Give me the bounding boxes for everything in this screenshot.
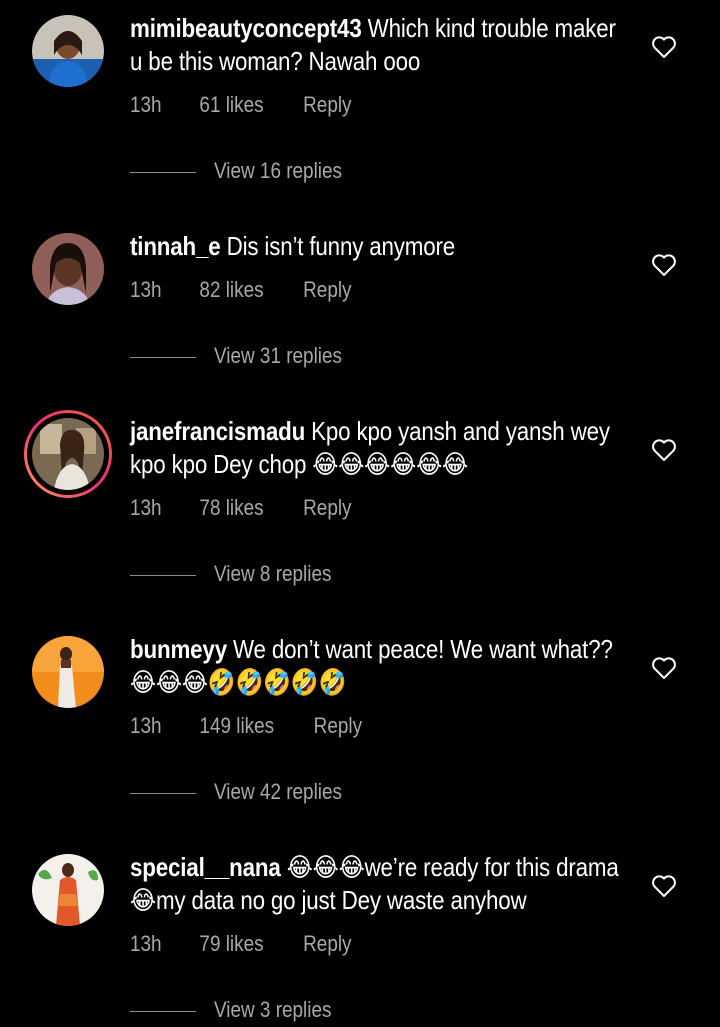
comment-time: 13h — [130, 931, 162, 956]
avatar[interactable] — [32, 233, 104, 305]
view-replies-label: View 8 replies — [214, 561, 332, 586]
heart-outline-icon[interactable] — [651, 253, 677, 277]
replies-divider — [130, 793, 196, 794]
replies-divider — [130, 172, 196, 173]
view-replies-label: View 3 replies — [214, 997, 332, 1022]
avatar-image — [32, 233, 104, 305]
comment-text: bunmeyy We don’t want peace! We want wha… — [130, 633, 620, 699]
comment-time: 13h — [130, 495, 162, 520]
comment-time: 13h — [130, 713, 162, 738]
replies-divider — [130, 1011, 196, 1012]
comment-body: Dis isn’t funny anymore — [226, 231, 456, 261]
comment-likes[interactable]: 78 likes — [199, 495, 263, 521]
avatar-image — [32, 15, 104, 87]
comment-time: 13h — [130, 92, 162, 117]
reply-button[interactable]: Reply — [303, 931, 351, 957]
reply-button[interactable]: Reply — [303, 92, 351, 118]
comment-text: special__nana 😂😂😂we’re ready for this dr… — [130, 851, 620, 917]
reply-button[interactable]: Reply — [303, 277, 351, 303]
comment-username[interactable]: mimibeautyconcept43 — [130, 13, 362, 43]
avatar-image — [32, 854, 104, 926]
avatar-story-ring[interactable] — [24, 410, 112, 498]
heart-outline-icon[interactable] — [651, 35, 677, 59]
avatar[interactable] — [32, 15, 104, 87]
view-replies-label: View 31 replies — [214, 343, 342, 368]
heart-outline-icon[interactable] — [651, 438, 677, 462]
avatar[interactable] — [32, 854, 104, 926]
comment-username[interactable]: bunmeyy — [130, 634, 227, 664]
comment-text: janefrancismadu Kpo kpo yansh and yansh … — [130, 415, 620, 481]
heart-outline-icon[interactable] — [651, 874, 677, 898]
comment-likes[interactable]: 149 likes — [199, 713, 274, 739]
comment-meta: 13h 82 likes Reply — [130, 277, 352, 303]
comment-username[interactable]: tinnah_e — [130, 231, 221, 261]
heart-outline-icon[interactable] — [651, 656, 677, 680]
replies-divider — [130, 357, 196, 358]
avatar[interactable] — [32, 636, 104, 708]
comment-text: mimibeautyconcept43 Which kind trouble m… — [130, 12, 620, 78]
comment-text: tinnah_e Dis isn’t funny anymore — [130, 230, 620, 263]
comment-likes[interactable]: 82 likes — [199, 277, 263, 303]
comment-meta: 13h 149 likes Reply — [130, 713, 362, 739]
replies-divider — [130, 575, 196, 576]
comment-username[interactable]: janefrancismadu — [130, 416, 305, 446]
comment-likes[interactable]: 61 likes — [199, 92, 263, 118]
view-replies-label: View 42 replies — [214, 779, 342, 804]
comment-meta: 13h 79 likes Reply — [130, 931, 352, 957]
comment-meta: 13h 78 likes Reply — [130, 495, 352, 521]
reply-button[interactable]: Reply — [314, 713, 362, 739]
avatar — [32, 418, 104, 490]
comment-likes[interactable]: 79 likes — [199, 931, 263, 957]
comment-meta: 13h 61 likes Reply — [130, 92, 352, 118]
avatar-image — [32, 418, 104, 490]
view-replies-label: View 16 replies — [214, 158, 342, 183]
comment-time: 13h — [130, 277, 162, 302]
avatar-image — [32, 636, 104, 708]
comment-username[interactable]: special__nana — [130, 852, 281, 882]
reply-button[interactable]: Reply — [303, 495, 351, 521]
